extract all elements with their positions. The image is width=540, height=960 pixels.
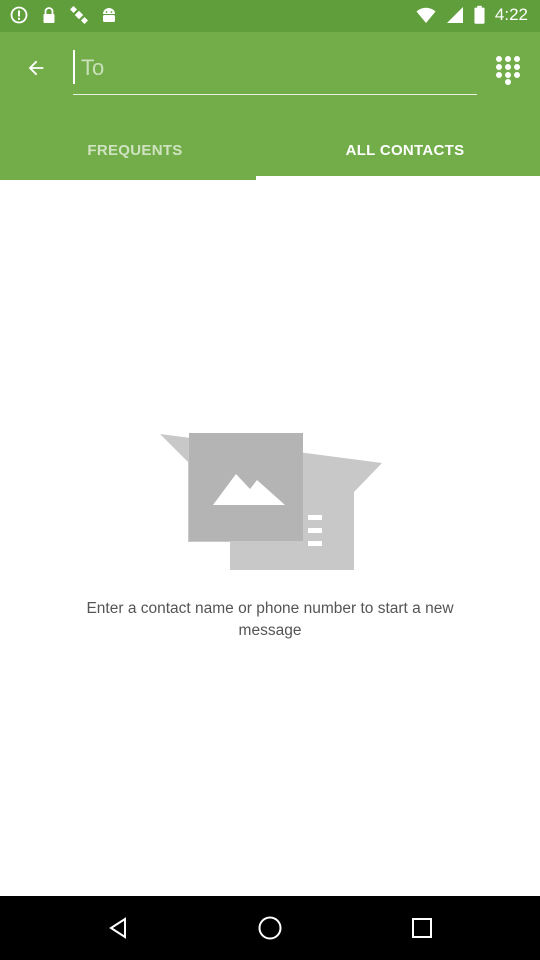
recents-icon (412, 918, 432, 938)
back-button[interactable] (18, 50, 54, 86)
home-icon (258, 916, 282, 940)
satellite-icon (70, 6, 88, 24)
wifi-icon (416, 7, 436, 23)
navigation-bar (0, 896, 540, 960)
selected-tab-indicator (256, 176, 540, 180)
nav-back-button[interactable] (58, 896, 178, 960)
nav-recents-button[interactable] (362, 896, 482, 960)
contact-card-placeholder-icon (160, 433, 382, 570)
dialpad-icon (494, 54, 522, 85)
status-bar: 4:22 (0, 0, 540, 32)
tab-bar: FREQUENTS ALL CONTACTS (0, 120, 540, 180)
tab-frequents-label: FREQUENTS (87, 141, 183, 159)
empty-state-message: Enter a contact name or phone number to … (86, 600, 454, 639)
text-caret (73, 50, 75, 84)
alert-circle-icon (10, 6, 28, 24)
battery-icon (474, 5, 485, 24)
status-time: 4:22 (494, 5, 528, 24)
nav-home-button[interactable] (210, 896, 330, 960)
tab-frequents[interactable]: FREQUENTS (0, 120, 270, 180)
tab-all-contacts[interactable]: ALL CONTACTS (270, 120, 540, 180)
signal-icon (446, 7, 463, 23)
lock-icon (43, 7, 55, 23)
arrow-back-icon (28, 60, 44, 76)
tab-all-contacts-label: ALL CONTACTS (345, 141, 465, 159)
recipient-field[interactable] (73, 46, 485, 95)
back-icon (109, 917, 126, 939)
app-bar: FREQUENTS ALL CONTACTS (0, 32, 540, 180)
dialpad-button[interactable] (494, 54, 522, 85)
recipient-input[interactable] (73, 46, 485, 90)
android-icon (103, 8, 115, 22)
